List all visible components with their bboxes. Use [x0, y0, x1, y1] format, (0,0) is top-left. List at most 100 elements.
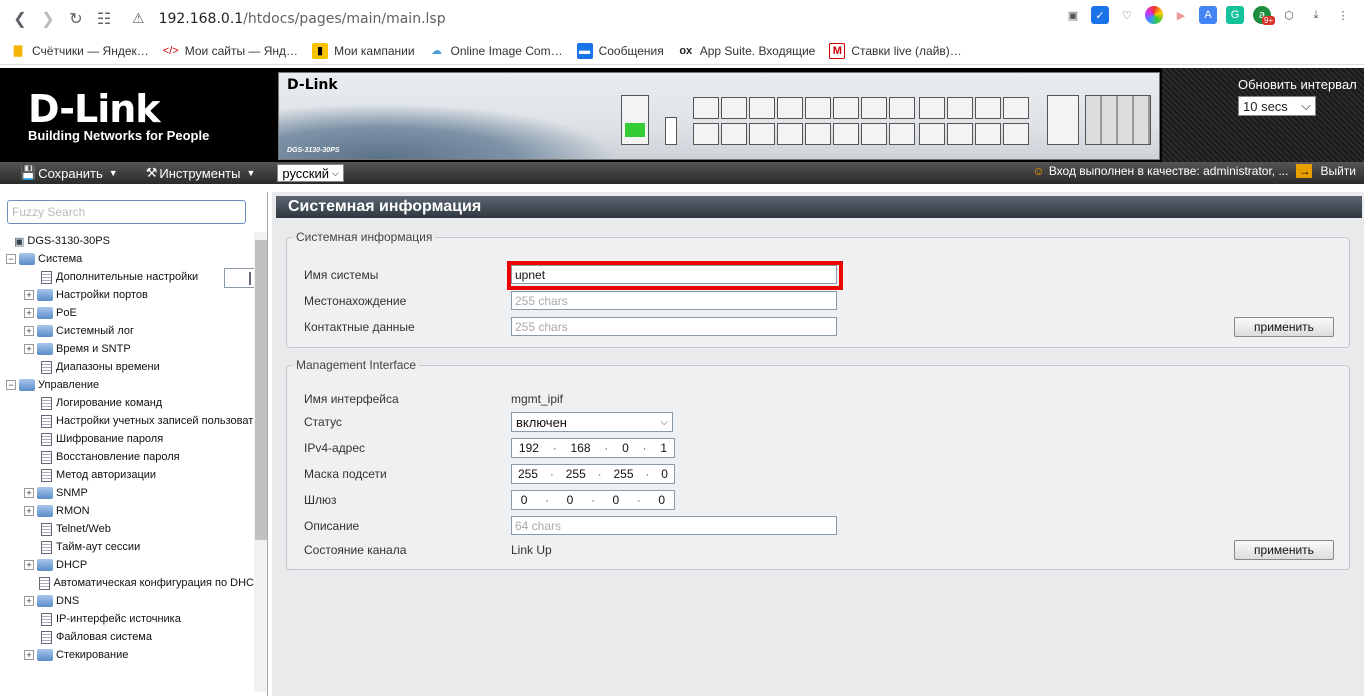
url-path: /htdocs/pages/main/main.lsp: [243, 10, 446, 27]
tree-item[interactable]: + DHCP: [0, 556, 254, 574]
caret-down-icon: ▼: [108, 168, 118, 178]
download-icon[interactable]: ⤓: [1307, 6, 1325, 24]
ip-octet[interactable]: 0: [567, 493, 574, 507]
tabs-grid-icon[interactable]: ☷: [90, 5, 118, 33]
expand-icon[interactable]: +: [24, 560, 34, 570]
port-group-2: [749, 97, 803, 145]
cloud-icon: ☁: [431, 45, 443, 57]
gateway-input[interactable]: 0 · 0 · 0 · 0: [511, 490, 675, 510]
expand-icon[interactable]: +: [24, 506, 34, 516]
color-wheel-icon[interactable]: [1145, 6, 1163, 24]
status-label: Статус: [304, 415, 342, 429]
language-select[interactable]: русский ⌵: [277, 164, 344, 182]
location-input[interactable]: 255 chars: [511, 291, 837, 310]
ip-octet[interactable]: 0: [622, 441, 629, 455]
tree-item[interactable]: + PoE: [0, 304, 254, 322]
tree-item[interactable]: Шифрование пароля: [0, 430, 254, 448]
tree-item[interactable]: Telnet/Web: [0, 520, 254, 538]
fuzzy-search-input[interactable]: Fuzzy Search: [7, 200, 246, 224]
login-area: ☺ Вход выполнен в качестве: administrato…: [1033, 164, 1356, 178]
expand-icon[interactable]: +: [24, 308, 34, 318]
tree-item[interactable]: + RMON: [0, 502, 254, 520]
folder-icon: [19, 379, 35, 391]
tree-item[interactable]: + SNMP: [0, 484, 254, 502]
port-group-3: [805, 97, 859, 145]
tree-item[interactable]: Файловая система: [0, 628, 254, 646]
tools-menu[interactable]: ⚒ Инструменты ▼: [146, 165, 256, 181]
expand-icon[interactable]: +: [24, 488, 34, 498]
tree-item[interactable]: − Система: [0, 250, 254, 268]
translate-icon[interactable]: A: [1199, 6, 1217, 24]
profile-ext-icon[interactable]: a 9+: [1253, 6, 1276, 25]
refresh-interval-select[interactable]: 10 secs ⌵: [1238, 96, 1316, 116]
tree-item[interactable]: − Управление: [0, 376, 254, 394]
ip-octet[interactable]: 1: [660, 441, 667, 455]
tree-item-label: Telnet/Web: [56, 523, 111, 535]
shield-icon[interactable]: ✓: [1091, 6, 1109, 24]
tree-item[interactable]: Дополнительные настройки: [0, 268, 254, 286]
dlink-logo: D-Link Building Networks for People: [28, 90, 209, 143]
bookmark-item[interactable]: ▬ Сообщения: [576, 42, 664, 59]
expand-icon[interactable]: +: [24, 290, 34, 300]
apply-label: применить: [1254, 320, 1314, 334]
tree-item[interactable]: Автоматическая конфигурация по DHC: [0, 574, 254, 592]
bookmark-item[interactable]: ▇ Счётчики — Яндек…: [10, 43, 149, 59]
tree-item[interactable]: ▣ DGS-3130-30PS: [0, 232, 254, 250]
play-icon[interactable]: ▶: [1172, 6, 1190, 24]
tree-item[interactable]: + Время и SNTP: [0, 340, 254, 358]
heart-icon[interactable]: ♡: [1118, 6, 1136, 24]
ip-octet[interactable]: 0: [613, 493, 620, 507]
tree-item[interactable]: Диапазоны времени: [0, 358, 254, 376]
contact-input[interactable]: 255 chars: [511, 317, 837, 336]
ip-octet[interactable]: 255: [566, 467, 586, 481]
sidebar-scroll-thumb[interactable]: [255, 240, 267, 540]
ip-octet[interactable]: 0: [521, 493, 528, 507]
description-input[interactable]: 64 chars: [511, 516, 837, 535]
status-select[interactable]: включен ⌵: [511, 412, 673, 432]
tree-item[interactable]: Тайм-аут сессии: [0, 538, 254, 556]
tree-item[interactable]: Метод авторизации: [0, 466, 254, 484]
tree-item[interactable]: + Стекирование: [0, 646, 254, 664]
collapse-icon[interactable]: −: [6, 380, 16, 390]
collapse-icon[interactable]: −: [6, 254, 16, 264]
tree-item[interactable]: + Настройки портов: [0, 286, 254, 304]
bookmark-item[interactable]: </> Мои сайты — Янд…: [163, 43, 298, 59]
ipv4-input[interactable]: 192 · 168 · 0 · 1: [511, 438, 675, 458]
expand-icon[interactable]: +: [24, 596, 34, 606]
camera-icon[interactable]: ▣: [1064, 6, 1082, 24]
bookmark-item[interactable]: M Ставки live (лайв)…: [829, 42, 962, 59]
tree-item[interactable]: + DNS: [0, 592, 254, 610]
back-icon[interactable]: ❮: [6, 5, 34, 33]
expand-icon[interactable]: +: [24, 326, 34, 336]
ip-octet[interactable]: 192: [519, 441, 539, 455]
folder-icon: [19, 253, 35, 265]
bookmark-item[interactable]: ☁ Online Image Com…: [429, 43, 563, 59]
bookmark-item[interactable]: ox App Suite. Входящие: [678, 43, 815, 59]
menu-dots-icon[interactable]: ⋮: [1334, 6, 1352, 24]
ext-badge: 9+: [1262, 16, 1276, 25]
tree-item[interactable]: IP-интерфейс источника: [0, 610, 254, 628]
cube-icon[interactable]: ⬡: [1280, 6, 1298, 24]
sysinfo-apply-button[interactable]: применить: [1234, 317, 1334, 337]
logout-link[interactable]: Выйти: [1320, 164, 1356, 178]
tree-item[interactable]: Настройки учетных записей пользоват: [0, 412, 254, 430]
bookmark-item[interactable]: ▮ Мои кампании: [312, 42, 415, 59]
ip-octet[interactable]: 255: [518, 467, 538, 481]
forward-icon[interactable]: ❯: [34, 5, 62, 33]
code-icon: </>: [162, 44, 179, 57]
expand-icon[interactable]: +: [24, 650, 34, 660]
ip-octet[interactable]: 168: [570, 441, 590, 455]
reload-icon[interactable]: ↻: [62, 5, 90, 33]
save-menu[interactable]: 💾 Сохранить ▼: [20, 165, 118, 181]
expand-icon[interactable]: +: [24, 344, 34, 354]
address-bar[interactable]: ⚠ 192.168.0.1/htdocs/pages/main/main.lsp: [132, 11, 446, 27]
mgmt-apply-button[interactable]: применить: [1234, 540, 1334, 560]
ip-octet[interactable]: 255: [614, 467, 634, 481]
mask-input[interactable]: 255 · 255 · 255 · 0: [511, 464, 675, 484]
tree-item[interactable]: Логирование команд: [0, 394, 254, 412]
tree-item[interactable]: Восстановление пароля: [0, 448, 254, 466]
tree-item[interactable]: + Системный лог: [0, 322, 254, 340]
ip-octet[interactable]: 0: [661, 467, 668, 481]
grammarly-icon[interactable]: G: [1226, 6, 1244, 24]
ip-octet[interactable]: 0: [658, 493, 665, 507]
